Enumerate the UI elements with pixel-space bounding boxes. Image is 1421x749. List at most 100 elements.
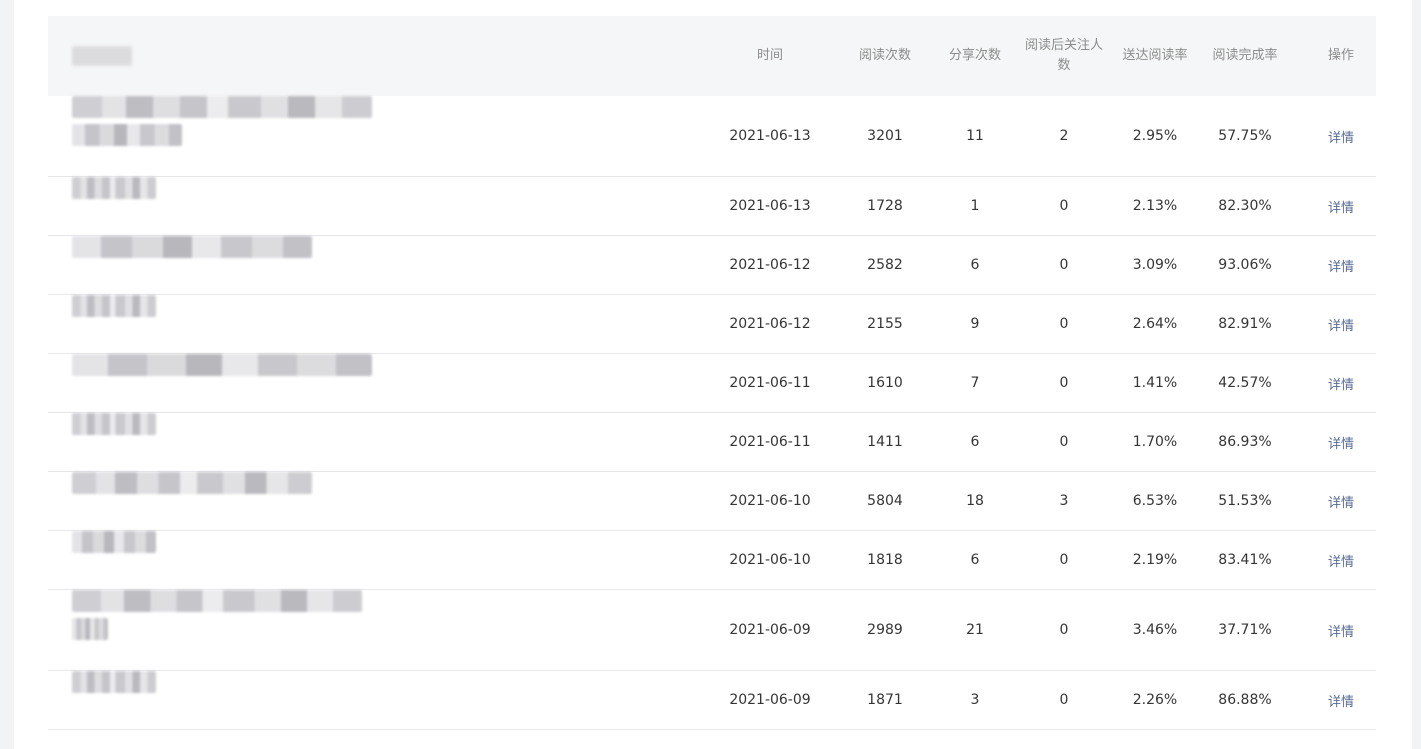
cell-reads: 2582 (867, 257, 903, 273)
cell-action: 详情 (1306, 413, 1376, 471)
cell-date: 2021-06-10 (729, 493, 811, 509)
header-completion-rate: 阅读完成率 (1212, 48, 1278, 63)
cell-follows: 0 (1059, 375, 1069, 391)
cell-shares: 18 (966, 493, 984, 509)
blurred-title-text (72, 671, 156, 693)
cell-completion-rate: 93.06% (1218, 257, 1272, 273)
cell-article-title-blurred (72, 531, 432, 589)
header-shares: 分享次数 (948, 48, 1001, 63)
cell-shares: 7 (970, 375, 980, 391)
header-follows: 阅读后关注人数 (1024, 38, 1103, 73)
cell-delivery-rate: 2.26% (1132, 692, 1178, 708)
blurred-title-text (72, 295, 156, 317)
cell-completion-rate: 42.57% (1218, 375, 1272, 391)
cell-delivery-rate: 2.13% (1132, 198, 1178, 214)
cell-shares: 6 (970, 434, 980, 450)
details-link[interactable]: 详情 (1328, 621, 1354, 640)
cell-reads: 1728 (867, 198, 903, 214)
details-link[interactable]: 详情 (1328, 551, 1354, 570)
cell-reads: 1610 (867, 375, 903, 391)
cell-date: 2021-06-12 (729, 257, 811, 273)
details-link[interactable]: 详情 (1328, 315, 1354, 334)
table-row: 2021-06-09 1871 3 0 2.26% 86.88% 详情 (48, 671, 1376, 730)
cell-completion-rate: 82.91% (1218, 316, 1272, 332)
cell-article-title-blurred (72, 295, 432, 353)
cell-shares: 11 (966, 128, 984, 144)
header-title-blurred (48, 16, 428, 96)
table-header: 时间 阅读次数 分享次数 阅读后关注人数 送达阅读率 阅读完成率 操作 (48, 16, 1376, 96)
table-row: 2021-06-13 3201 11 2 2.95% 57.75% 详情 (48, 96, 1376, 177)
header-action: 操作 (1327, 48, 1354, 63)
cell-follows: 3 (1059, 493, 1069, 509)
blurred-title-text (72, 354, 372, 376)
details-link[interactable]: 详情 (1328, 374, 1354, 393)
blurred-title-text (72, 177, 156, 199)
cell-article-title-blurred (72, 413, 432, 471)
cell-reads: 2155 (867, 316, 903, 332)
cell-reads: 1871 (867, 692, 903, 708)
details-link[interactable]: 详情 (1328, 197, 1354, 216)
cell-completion-rate: 82.30% (1218, 198, 1272, 214)
cell-reads: 1818 (867, 552, 903, 568)
details-link[interactable]: 详情 (1328, 127, 1354, 146)
table-row: 2021-06-10 5804 18 3 6.53% 51.53% 详情 (48, 472, 1376, 531)
cell-action: 详情 (1306, 354, 1376, 412)
cell-reads: 5804 (867, 493, 903, 509)
cell-article-title-blurred (72, 590, 432, 670)
cell-date: 2021-06-10 (729, 552, 811, 568)
cell-shares: 21 (966, 622, 984, 638)
blurred-title-text (72, 472, 312, 494)
article-stats-page: 时间 阅读次数 分享次数 阅读后关注人数 送达阅读率 阅读完成率 操作 2021… (14, 0, 1412, 749)
cell-completion-rate: 86.88% (1218, 692, 1272, 708)
details-link[interactable]: 详情 (1328, 691, 1354, 710)
details-link[interactable]: 详情 (1328, 492, 1354, 511)
cell-shares: 3 (970, 692, 980, 708)
blurred-title-text (72, 590, 362, 612)
blurred-title-text (72, 413, 156, 435)
cell-follows: 0 (1059, 622, 1069, 638)
cell-shares: 9 (970, 316, 980, 332)
cell-article-title-blurred (72, 177, 432, 235)
cell-article-title-blurred (72, 354, 432, 412)
cell-shares: 6 (970, 552, 980, 568)
cell-delivery-rate: 1.70% (1132, 434, 1178, 450)
cell-action: 详情 (1306, 96, 1376, 176)
blurred-title-text (72, 96, 372, 118)
cell-follows: 0 (1059, 434, 1069, 450)
table-row: 2021-06-10 1818 6 0 2.19% 83.41% 详情 (48, 531, 1376, 590)
details-link[interactable]: 详情 (1328, 256, 1354, 275)
cell-action: 详情 (1306, 590, 1376, 670)
cell-completion-rate: 57.75% (1218, 128, 1272, 144)
cell-delivery-rate: 2.95% (1132, 128, 1178, 144)
cell-action: 详情 (1306, 531, 1376, 589)
cell-reads: 3201 (867, 128, 903, 144)
cell-follows: 0 (1059, 257, 1069, 273)
cell-follows: 2 (1059, 128, 1069, 144)
table-row: 2021-06-13 1728 1 0 2.13% 82.30% 详情 (48, 177, 1376, 236)
cell-follows: 0 (1059, 552, 1069, 568)
cell-action: 详情 (1306, 671, 1376, 729)
cell-reads: 2989 (867, 622, 903, 638)
cell-completion-rate: 51.53% (1218, 493, 1272, 509)
table-row: 2021-06-11 1610 7 0 1.41% 42.57% 详情 (48, 354, 1376, 413)
blurred-title-text (72, 236, 312, 258)
header-reads: 阅读次数 (858, 48, 911, 63)
cell-follows: 0 (1059, 198, 1069, 214)
cell-action: 详情 (1306, 295, 1376, 353)
cell-reads: 1411 (867, 434, 903, 450)
table-body: 2021-06-13 3201 11 2 2.95% 57.75% 详情 2021-06-13… (48, 96, 1376, 730)
blurred-title-text (72, 618, 108, 640)
details-link[interactable]: 详情 (1328, 433, 1354, 452)
cell-completion-rate: 83.41% (1218, 552, 1272, 568)
cell-delivery-rate: 2.64% (1132, 316, 1178, 332)
table-row: 2021-06-12 2582 6 0 3.09% 93.06% 详情 (48, 236, 1376, 295)
cell-date: 2021-06-13 (729, 128, 811, 144)
header-time: 时间 (756, 48, 783, 63)
cell-delivery-rate: 3.46% (1132, 622, 1178, 638)
cell-action: 详情 (1306, 472, 1376, 530)
cell-article-title-blurred (72, 671, 432, 729)
cell-article-title-blurred (72, 96, 432, 176)
cell-article-title-blurred (72, 472, 432, 530)
blurred-title-text (72, 124, 182, 146)
cell-shares: 1 (970, 198, 980, 214)
